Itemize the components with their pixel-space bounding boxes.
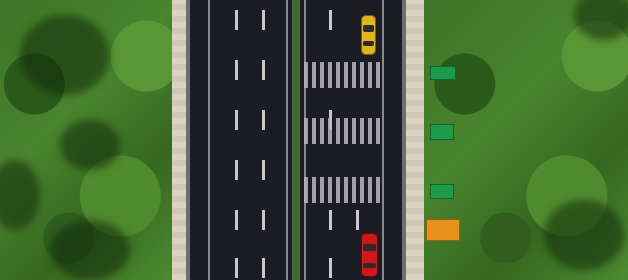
tree-shadow [544, 200, 624, 270]
game-scene [0, 0, 628, 280]
lane-dash [262, 10, 265, 30]
crosswalk [304, 118, 382, 144]
lane-dash [235, 160, 238, 180]
lane-dash [235, 210, 238, 230]
car-rear-window [363, 41, 374, 46]
lane-dash [235, 10, 238, 30]
edge-line [382, 0, 384, 280]
car-windshield [363, 244, 376, 251]
green-sign[interactable] [430, 66, 456, 80]
car-rear-window [363, 263, 376, 268]
tree-shadow [0, 160, 40, 230]
grass-left [0, 0, 172, 280]
lane-dash [235, 110, 238, 130]
lane-dash [262, 210, 265, 230]
lane-dash [262, 258, 265, 278]
tree-shadow [60, 120, 120, 170]
tree-shadow [574, 0, 628, 40]
lane-dash [329, 210, 332, 230]
lane-dash [235, 60, 238, 80]
orange-sign[interactable] [426, 219, 460, 241]
green-sign[interactable] [430, 124, 454, 140]
car-windshield [363, 25, 374, 32]
lane-dash [329, 258, 332, 278]
lane-dash [356, 210, 359, 230]
lane-dash [235, 258, 238, 278]
edge-line [208, 0, 210, 280]
crosswalk [304, 62, 382, 88]
yellow-car[interactable] [361, 15, 376, 55]
lane-dash [329, 10, 332, 30]
red-car[interactable] [361, 233, 378, 277]
median-strip [292, 0, 300, 280]
lane-dash [262, 60, 265, 80]
edge-line [286, 0, 288, 280]
lane-dash [262, 110, 265, 130]
sidewalk-right [406, 0, 424, 280]
crosswalk [304, 177, 382, 203]
lane-dash [262, 160, 265, 180]
tree-shadow [50, 220, 130, 280]
road-left-carriageway [186, 0, 292, 280]
sidewalk-left [172, 0, 186, 280]
tree-shadow [20, 15, 110, 95]
green-sign[interactable] [430, 184, 454, 199]
curb [186, 0, 190, 280]
